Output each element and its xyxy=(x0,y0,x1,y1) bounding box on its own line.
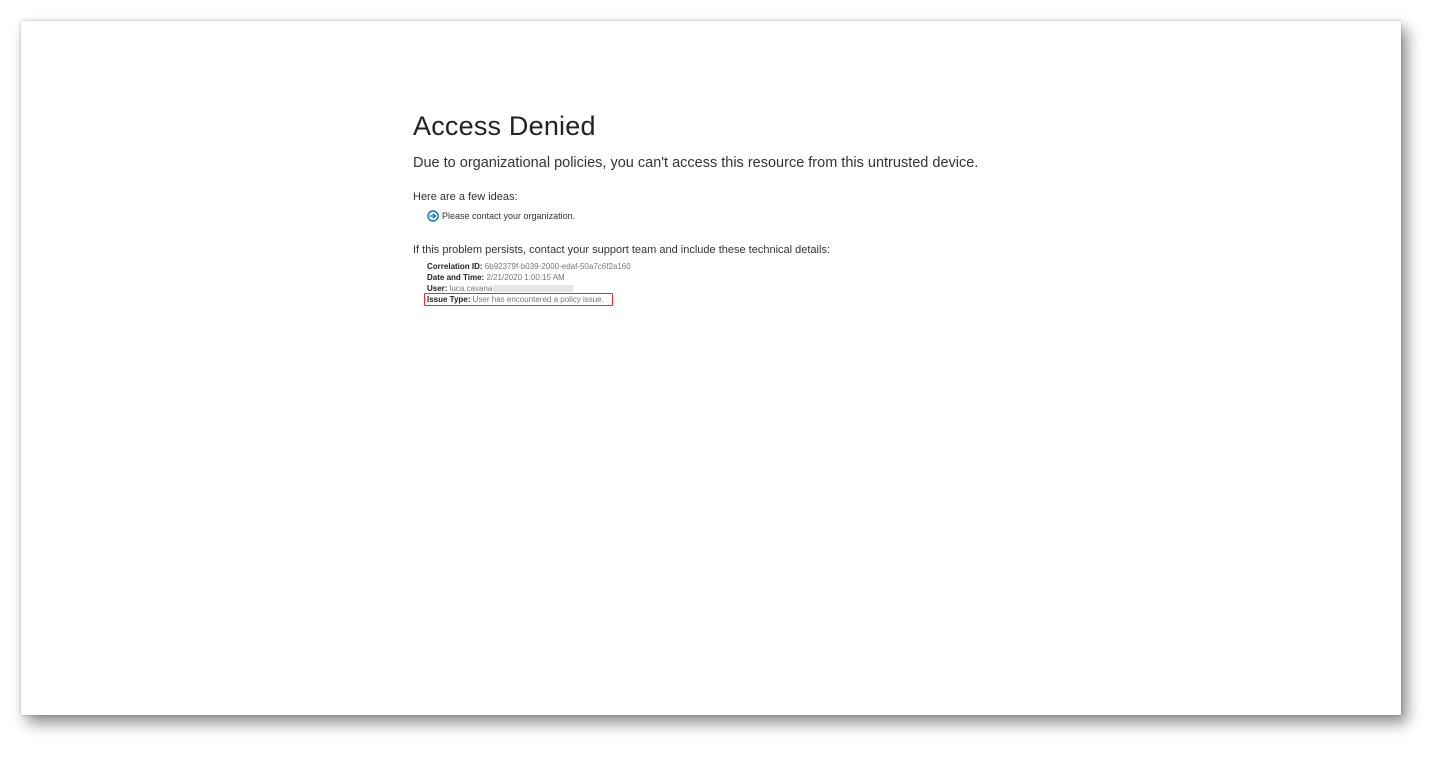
denial-message: Due to organizational policies, you can'… xyxy=(413,155,979,171)
contact-organization-link[interactable]: Please contact your organization. xyxy=(427,210,1113,222)
user-value: luca.cavana xyxy=(449,284,493,293)
highlight-box xyxy=(424,293,613,306)
browser-window: Access Denied Due to organizational poli… xyxy=(21,21,1401,715)
support-instructions: If this problem persists, contact your s… xyxy=(413,244,830,256)
redacted-block xyxy=(493,285,574,293)
date-time-row: Date and Time: 2/21/2020 1:00:15 AM xyxy=(427,272,1113,283)
arrow-circle-right-icon xyxy=(427,210,439,222)
user-label: User: xyxy=(427,284,448,293)
date-time-label: Date and Time: xyxy=(427,273,485,282)
issue-type-row: Issue Type: User has encountered a polic… xyxy=(424,293,1113,306)
ideas-heading: Here are a few ideas: xyxy=(413,191,518,203)
date-time-value: 2/21/2020 1:00:15 AM xyxy=(486,273,565,282)
access-denied-panel: Access Denied Due to organizational poli… xyxy=(413,109,1113,306)
technical-details: Correlation ID: 6b92379f-b039-2000-edaf-… xyxy=(424,261,1113,306)
idea-label: Please contact your organization. xyxy=(442,211,576,221)
page-title: Access Denied xyxy=(413,111,596,141)
correlation-id-row: Correlation ID: 6b92379f-b039-2000-edaf-… xyxy=(427,261,1113,272)
correlation-id-label: Correlation ID: xyxy=(427,262,483,271)
correlation-id-value: 6b92379f-b039-2000-edaf-50a7c6f2a160 xyxy=(484,262,631,271)
